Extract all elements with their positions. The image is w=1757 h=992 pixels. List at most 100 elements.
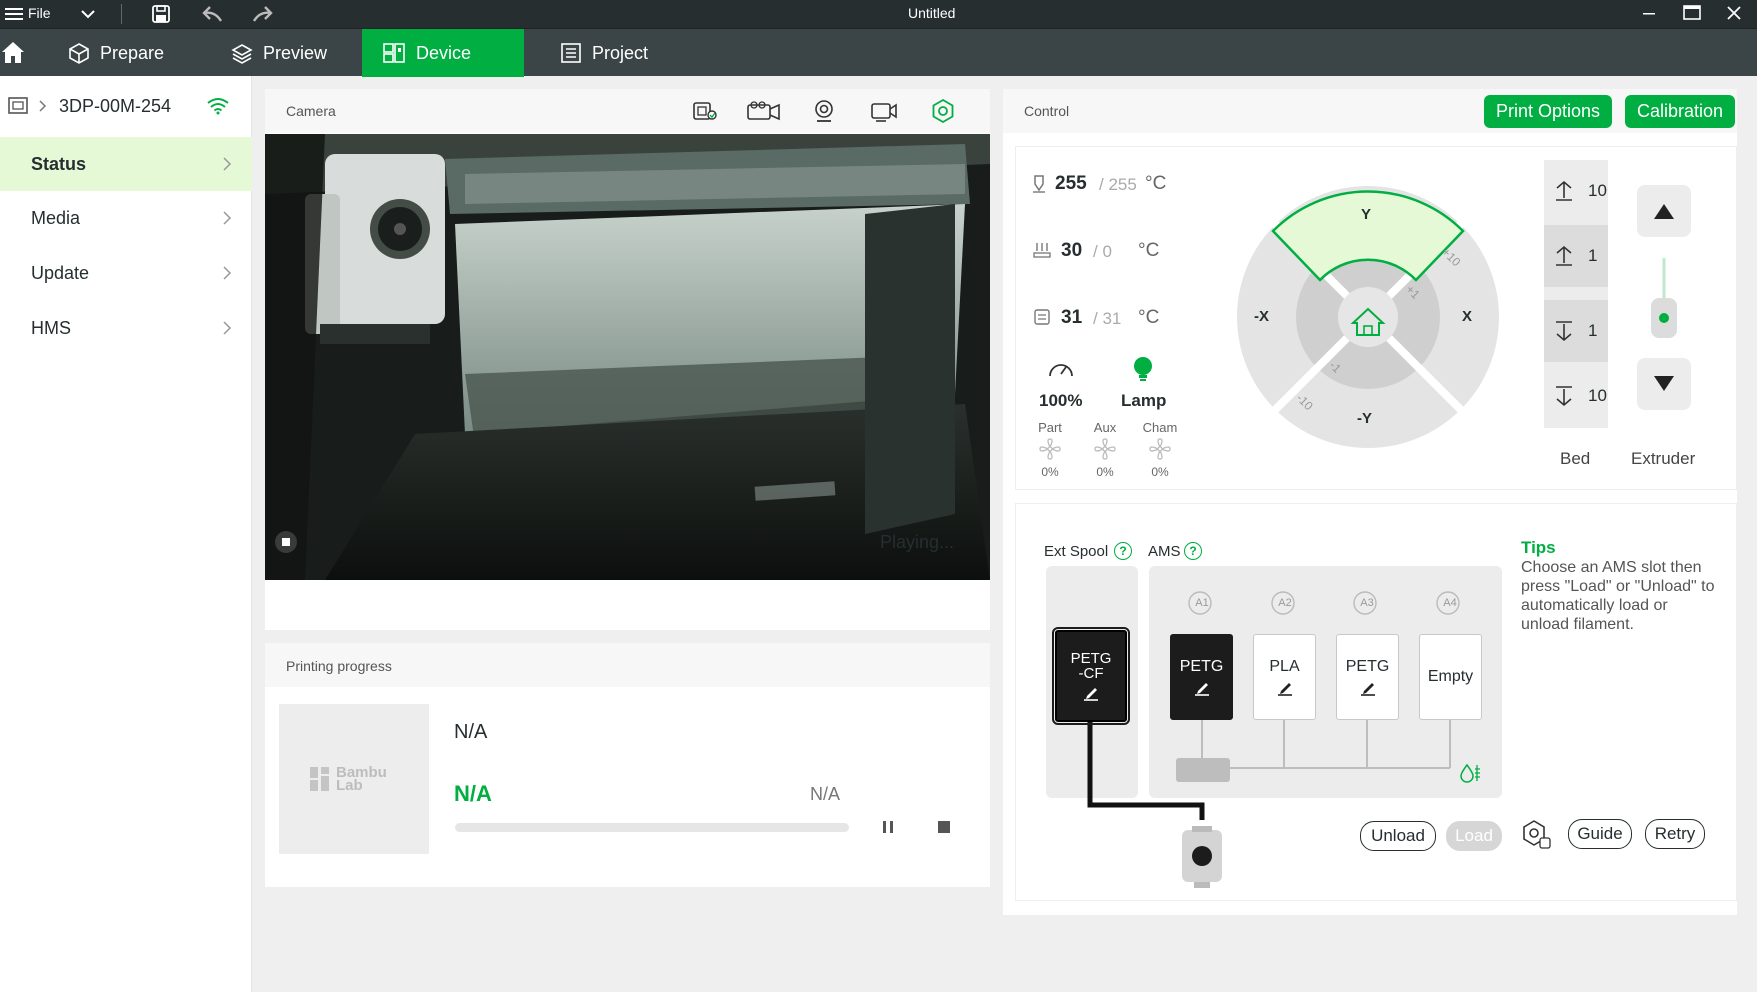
ams-slot-a2[interactable]: PLA [1253,634,1316,720]
arrow-up-icon [1554,180,1574,202]
file-menu[interactable]: File [28,5,51,21]
sidebar-item-status[interactable]: Status [0,137,252,191]
ams-slot-a1[interactable]: PETG [1170,634,1233,720]
z-step-label: 10 [1588,386,1607,405]
jog-x-minus[interactable]: -X [1254,308,1269,325]
arrow-down-icon [1554,385,1574,407]
toolbar-divider [121,4,122,24]
bed-up-10-button[interactable]: 10 [1544,160,1608,222]
record-video-icon[interactable] [870,100,898,122]
nozzle-temp-unit: °C [1145,173,1167,194]
bed-heat-icon [1033,241,1051,259]
tab-preview-label: Preview [263,42,328,63]
speed-gauge-icon[interactable] [1047,358,1075,380]
tips-line: automatically load or [1521,597,1668,614]
window-title: Untitled [908,5,956,21]
layers-icon [231,42,253,64]
bed-up-1-button[interactable]: 1 [1544,225,1608,287]
home-icon[interactable] [0,39,26,65]
z-step-label: 1 [1588,321,1598,340]
redo-icon[interactable] [252,4,274,24]
sidebar-item-media[interactable]: Media [0,191,252,245]
nozzle-temp-current: 255 [1055,173,1087,194]
bed-down-1-button[interactable]: 1 [1544,300,1608,362]
chamber-temp-unit: °C [1138,307,1160,328]
ams-slot-a3[interactable]: PETG [1336,634,1399,720]
unload-button[interactable]: Unload [1360,821,1436,851]
maximize-icon[interactable] [1683,5,1701,21]
edit-icon [1276,680,1294,696]
camera-settings-icon[interactable] [930,98,956,124]
tab-preview[interactable]: Preview [211,29,347,77]
nozzle-temp-target[interactable]: / 255 [1099,175,1137,195]
minimize-icon[interactable] [1640,6,1658,22]
undo-icon[interactable] [201,4,223,24]
lamp-label: Lamp [1121,391,1167,410]
slot-label: A4 [1443,597,1457,609]
nozzle-icon [1030,174,1048,194]
tab-device[interactable]: Device [362,29,524,77]
extrude-down-button[interactable] [1637,358,1691,410]
guide-button[interactable]: Guide [1568,819,1632,849]
bed-temp-current: 30 [1061,240,1083,261]
tips-title: Tips [1521,538,1556,557]
retry-button[interactable]: Retry [1645,819,1705,849]
camera-view[interactable] [265,134,990,580]
timelapse-icon[interactable] [746,100,782,122]
sidebar-item-update[interactable]: Update [0,246,252,300]
ext-spool-slot[interactable]: PETG -CF [1052,627,1130,725]
ams-help-icon[interactable]: ? [1184,542,1202,560]
chevron-down-icon[interactable] [80,7,96,21]
ext-spool-label: Ext Spool [1044,543,1109,560]
pause-button[interactable] [880,819,896,835]
chevron-right-icon [222,320,232,336]
bed-down-10-button[interactable]: 10 [1544,365,1608,427]
print-options-button[interactable]: Print Options [1484,95,1612,128]
sidebar-item-hms[interactable]: HMS [0,301,252,355]
fan-part-icon[interactable] [1038,437,1062,461]
extruder-icon [1647,258,1681,344]
fan-aux-icon[interactable] [1093,437,1117,461]
humidity-icon[interactable] [1458,761,1484,785]
bed-temp-unit: °C [1138,240,1160,261]
ams-slot-a1-indicator: A1 [1185,590,1219,616]
device-name[interactable]: 3DP-00M-254 [59,96,171,117]
thumbnail-placeholder: Bambu Lab [279,704,429,854]
chamber-temp-target[interactable]: / 31 [1093,309,1121,329]
fan-chamber-icon[interactable] [1148,437,1172,461]
title-bar: File Untitled [0,0,1757,28]
fan-part-value: 0% [1041,465,1059,479]
ams-slot-a4-indicator: A4 [1433,590,1467,616]
extrude-up-button[interactable] [1637,185,1691,237]
tab-project[interactable]: Project [540,29,668,77]
chamber-icon [1033,308,1051,326]
calibration-button[interactable]: Calibration [1625,95,1735,128]
list-icon [560,42,582,64]
ext-spool-help-icon[interactable]: ? [1114,542,1132,560]
sidebar-item-label: HMS [31,317,71,338]
tab-prepare[interactable]: Prepare [48,29,184,77]
bed-temp-target[interactable]: / 0 [1093,242,1112,262]
slot-label: A3 [1360,597,1374,609]
slot-material: Empty [1427,668,1474,685]
jog-y-plus[interactable]: Y [1361,206,1371,223]
tips-text: Choose an AMS slot then press "Load" or … [1521,558,1731,634]
tips-line: Choose an AMS slot then [1521,559,1702,576]
webcam-icon[interactable] [812,99,836,123]
menu-icon[interactable] [5,6,23,22]
stop-print-button[interactable] [936,819,952,835]
fan-part-label: Part [1038,420,1062,435]
stop-stream-button[interactable] [274,530,298,554]
ams-slot-a4[interactable]: Empty [1419,634,1482,720]
help-mark: ? [1119,544,1127,558]
jog-y-minus[interactable]: -Y [1357,410,1372,427]
stream-status: Playing... [880,532,955,552]
jog-x-plus[interactable]: X [1462,308,1472,325]
cube-icon [68,42,90,64]
close-icon[interactable] [1726,5,1742,21]
lamp-icon[interactable] [1131,356,1155,384]
sd-card-icon[interactable] [692,100,718,122]
save-icon[interactable] [151,4,171,24]
ams-settings-icon[interactable] [1520,818,1552,850]
load-button[interactable]: Load [1446,821,1502,851]
